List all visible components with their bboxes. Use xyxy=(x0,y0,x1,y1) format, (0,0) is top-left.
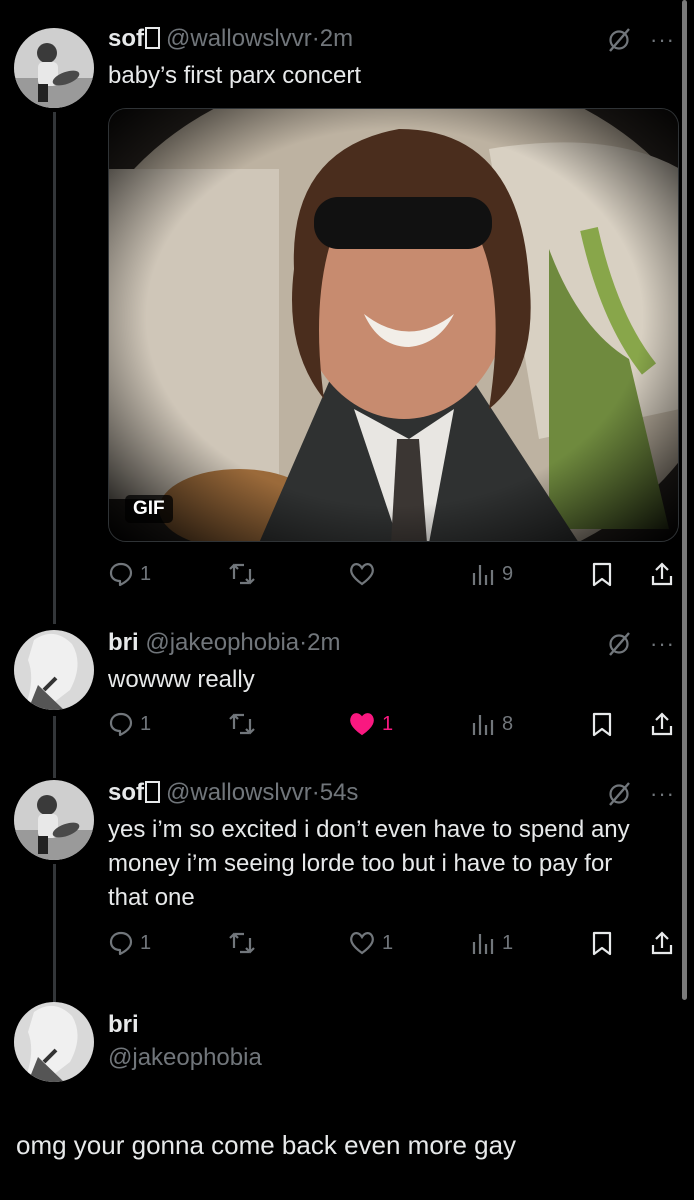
display-name[interactable]: bri xyxy=(108,629,139,656)
views-count: 8 xyxy=(502,712,514,735)
focused-tweet-text: omg your gonna come back even more gay xyxy=(16,1130,517,1160)
avatar[interactable] xyxy=(14,28,94,108)
bookmark-icon xyxy=(592,562,612,587)
more-options-icon[interactable]: ··· xyxy=(650,633,675,655)
separator-dot: · xyxy=(311,25,320,52)
user-handle[interactable]: @jakeophobia xyxy=(108,1044,262,1071)
share-button[interactable] xyxy=(650,710,674,738)
reply-button[interactable]: 1 xyxy=(108,710,151,738)
focused-display-name[interactable]: bri xyxy=(108,1010,139,1040)
bookmark-icon xyxy=(592,712,612,737)
reply-icon xyxy=(109,931,133,956)
timestamp[interactable]: 2m xyxy=(307,629,340,656)
heart-icon xyxy=(350,563,374,586)
share-icon xyxy=(651,712,673,736)
repost-button[interactable] xyxy=(228,560,262,588)
repost-icon xyxy=(229,713,255,735)
user-handle[interactable]: @wallowslvvr xyxy=(166,779,312,806)
avatar[interactable] xyxy=(14,630,94,710)
share-button[interactable] xyxy=(650,560,674,588)
grok-icon[interactable] xyxy=(606,781,632,807)
reply-icon xyxy=(109,712,133,737)
bookmark-button[interactable] xyxy=(590,929,614,957)
gif-media[interactable]: GIF xyxy=(108,108,679,542)
views-button[interactable]: 1 xyxy=(470,929,513,957)
repost-icon xyxy=(229,563,255,585)
user-handle[interactable]: @wallowslvvr xyxy=(166,25,312,52)
repost-button[interactable] xyxy=(228,929,262,957)
unsupported-emoji-glyph xyxy=(145,781,160,803)
timestamp[interactable]: 2m xyxy=(320,25,353,52)
separator-dot: · xyxy=(299,629,308,656)
heart-icon xyxy=(350,932,374,955)
reply-count: 1 xyxy=(140,931,152,954)
like-count: 1 xyxy=(382,712,394,735)
avatar[interactable] xyxy=(14,780,94,860)
repost-button[interactable] xyxy=(228,710,262,738)
grok-icon[interactable] xyxy=(606,27,632,53)
timestamp[interactable]: 54s xyxy=(320,779,359,806)
views-icon xyxy=(472,934,494,954)
focused-user-handle[interactable]: @jakeophobia xyxy=(108,1043,262,1073)
like-button[interactable] xyxy=(348,560,382,588)
heart-filled-icon xyxy=(350,713,374,736)
more-options-icon[interactable]: ··· xyxy=(650,783,675,805)
more-options-icon[interactable]: ··· xyxy=(650,29,675,51)
share-icon xyxy=(651,931,673,955)
views-button[interactable]: 8 xyxy=(470,710,513,738)
like-count: 1 xyxy=(382,931,394,954)
tweet-text: yes i’m so excited i don’t even have to … xyxy=(108,816,630,911)
tweet-header: sof @wallowslvvr·54s xyxy=(108,778,358,808)
thread-line xyxy=(53,716,56,778)
tweet-text: baby’s first parx concert xyxy=(108,62,361,89)
thread-line xyxy=(53,864,56,1004)
separator-dot: · xyxy=(311,779,320,806)
gif-badge: GIF xyxy=(125,495,173,523)
repost-icon xyxy=(229,932,255,954)
views-icon xyxy=(472,715,494,735)
bookmark-button[interactable] xyxy=(590,560,614,588)
unsupported-emoji-glyph xyxy=(145,27,160,49)
display-name[interactable]: bri xyxy=(108,1011,139,1038)
like-button[interactable]: 1 xyxy=(348,929,393,957)
reply-button[interactable]: 1 xyxy=(108,929,151,957)
thread-line xyxy=(53,112,56,624)
reply-icon xyxy=(109,562,133,587)
like-button[interactable]: 1 xyxy=(348,710,393,738)
tweet-text: wowww really xyxy=(108,666,255,693)
scrollbar[interactable] xyxy=(682,0,687,1000)
tweet-header: bri @jakeophobia·2m xyxy=(108,628,341,658)
views-button[interactable]: 9 xyxy=(470,560,513,588)
user-handle[interactable]: @jakeophobia xyxy=(145,629,299,656)
views-count: 1 xyxy=(502,931,514,954)
tweet-header: sof @wallowslvvr·2m xyxy=(108,24,353,54)
grok-icon[interactable] xyxy=(606,631,632,657)
share-button[interactable] xyxy=(650,929,674,957)
avatar[interactable] xyxy=(14,1002,94,1082)
reply-button[interactable]: 1 xyxy=(108,560,151,588)
reply-count: 1 xyxy=(140,712,152,735)
display-name[interactable]: sof xyxy=(108,779,144,806)
views-count: 9 xyxy=(502,562,514,585)
bookmark-button[interactable] xyxy=(590,710,614,738)
share-icon xyxy=(651,562,673,586)
reply-count: 1 xyxy=(140,562,152,585)
bookmark-icon xyxy=(592,931,612,956)
views-icon xyxy=(472,565,494,585)
display-name[interactable]: sof xyxy=(108,25,144,52)
